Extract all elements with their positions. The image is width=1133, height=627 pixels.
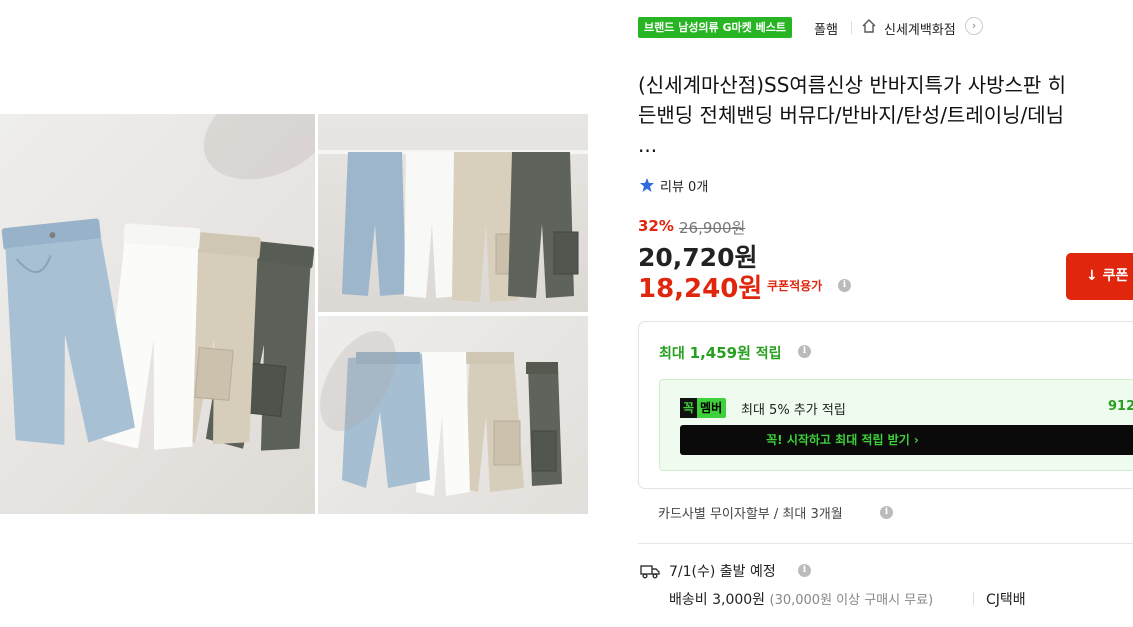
product-thumbnail-2[interactable]: [318, 316, 588, 514]
review-count-link[interactable]: 리뷰 0개: [660, 176, 708, 195]
info-icon[interactable]: i: [798, 564, 811, 577]
reward-suffix: 적립: [750, 346, 782, 362]
home-icon: [862, 19, 876, 33]
member-signup-label: 꼭! 시작하고 최대 적립 받기 ›: [766, 433, 919, 447]
product-title-line: 든밴딩 전체밴딩 버뮤다/반바지/탄성/트레이닝/데님: [638, 103, 1065, 127]
product-title: (신세계마산점)SS여름신상 반바지특가 사방스판 히 든밴딩 전체밴딩 버뮤다…: [638, 70, 1118, 160]
member-logo-block: 꼭: [680, 398, 698, 418]
discount-rate: 32%: [638, 217, 674, 235]
info-icon[interactable]: i: [880, 506, 893, 519]
best-seller-badge[interactable]: 브랜드 남성의류 G마켓 베스트: [638, 17, 792, 38]
store-link[interactable]: 신세계백화점: [884, 19, 956, 38]
member-signup-button[interactable]: 꼭! 시작하고 최대 적립 받기 ›: [680, 425, 1133, 455]
divider: [973, 592, 974, 605]
shipping-carrier: CJ택배: [986, 592, 1026, 608]
shorts-hanging-illustration: [318, 150, 588, 302]
download-coupon-button[interactable]: ↓ 쿠폰: [1066, 253, 1133, 300]
reward-prefix: 최대: [659, 346, 690, 362]
product-title-line: (신세계마산점)SS여름신상 반바지특가 사방스판 히: [638, 73, 1067, 97]
product-title-ellipsis: ...: [638, 133, 658, 157]
shipping-fee: 배송비 3,000원 (30,000원 이상 구매시 무료): [669, 589, 933, 609]
brand-link[interactable]: 폴햄: [814, 19, 838, 38]
chevron-right-icon[interactable]: ›: [965, 17, 983, 35]
truck-icon: [640, 565, 660, 579]
member-logo-text: 멤버: [700, 401, 723, 415]
installment-info: 카드사별 무이자할부 / 최대 3개월: [658, 507, 843, 522]
shipping-fee-note: (30,000원 이상 구매시 무료): [769, 593, 934, 608]
shipping-date: 7/1(수) 출발 예정: [669, 564, 776, 580]
info-icon[interactable]: i: [798, 345, 811, 358]
info-icon[interactable]: i: [838, 279, 851, 292]
product-thumbnail-1[interactable]: [318, 114, 588, 312]
original-price: 26,900원: [679, 219, 746, 237]
divider: [638, 543, 1133, 544]
reward-title: 최대 1,459원 적립: [659, 342, 782, 363]
shipping-fee-amount: 배송비 3,000원: [669, 592, 766, 608]
member-benefit-amount: 912: [1108, 399, 1133, 414]
coupon-price-label: 쿠폰적용가: [767, 279, 823, 293]
product-main-image[interactable]: [0, 114, 315, 514]
divider: [851, 21, 852, 34]
member-benefit-text: 최대 5% 추가 적립: [741, 403, 846, 418]
star-icon: [640, 178, 654, 192]
member-logo: 꼭 멤버: [680, 398, 727, 418]
coupon-price: 18,240원: [638, 274, 763, 304]
reward-amount: 1,459원: [689, 344, 751, 362]
